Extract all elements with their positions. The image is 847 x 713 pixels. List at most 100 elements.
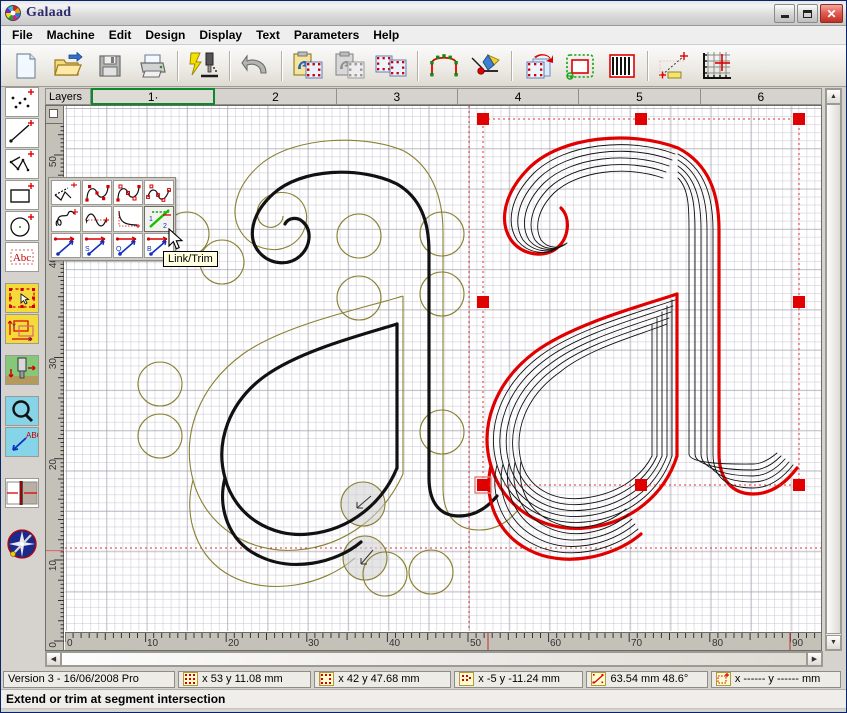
svg-text:ABC: ABC <box>26 431 38 440</box>
points-icon[interactable] <box>5 87 39 117</box>
toolbar-separator <box>281 51 283 81</box>
link-trim-icon[interactable]: 1 2 <box>144 206 174 231</box>
freehand-icon[interactable] <box>51 206 81 231</box>
menu-help[interactable]: Help <box>366 26 406 44</box>
hruler-label-70: 70 <box>631 638 642 649</box>
zoom-previous-icon[interactable]: ABC <box>5 427 39 457</box>
letter-a-pocketed[interactable] <box>475 113 805 559</box>
vertical-scroll-thumb[interactable] <box>826 104 841 634</box>
scroll-down-button[interactable]: ▼ <box>826 635 841 650</box>
menu-design[interactable]: Design <box>138 26 192 44</box>
zoom-magnifier-icon[interactable] <box>5 396 39 426</box>
handle-bottom-center[interactable] <box>635 479 647 491</box>
menu-parameters[interactable]: Parameters <box>287 26 366 44</box>
scroll-right-button[interactable]: ▶ <box>807 652 822 666</box>
hruler-label-0: 0 <box>67 638 73 649</box>
handle-top-left[interactable] <box>477 113 489 125</box>
menu-display[interactable]: Display <box>192 26 249 44</box>
paper-area[interactable] <box>65 106 821 631</box>
menu-file[interactable]: File <box>5 26 40 44</box>
polyline-icon[interactable] <box>5 149 39 179</box>
pocket-fill-icon[interactable] <box>559 47 601 85</box>
letter-a-source[interactable] <box>138 140 521 596</box>
copy-shapes-icon[interactable] <box>329 47 371 85</box>
spindle-tool-icon[interactable] <box>5 355 39 385</box>
material-section-icon[interactable] <box>5 478 39 508</box>
galaad-application-window: Galaad ✕ File Machine Edit Design Displa… <box>0 0 847 713</box>
minimize-button[interactable] <box>774 4 795 23</box>
handle-bottom-right[interactable] <box>793 479 805 491</box>
hruler-label-80: 80 <box>712 638 723 649</box>
layer-tab-6[interactable]: 6 <box>701 88 822 105</box>
scroll-up-button[interactable]: ▲ <box>826 89 841 104</box>
circle-icon[interactable] <box>5 211 39 241</box>
horizontal-scrollbar[interactable]: ◀ ▶ <box>45 651 823 667</box>
transform-icon[interactable]: Y x <box>5 314 39 344</box>
sine-wave-icon[interactable] <box>82 206 112 231</box>
maximize-button[interactable] <box>797 4 818 23</box>
scroll-left-button[interactable]: ◀ <box>46 652 61 666</box>
measure-icon[interactable] <box>653 47 695 85</box>
handle-middle-left[interactable] <box>477 296 489 308</box>
pocket-outer-contour <box>487 138 797 559</box>
handle-bottom-left[interactable] <box>477 479 489 491</box>
handle-top-right[interactable] <box>793 113 805 125</box>
arch-nodes-icon[interactable] <box>423 47 465 85</box>
curve-decay-icon[interactable] <box>113 206 143 231</box>
vector-link-l-icon[interactable] <box>51 233 81 258</box>
pen-draw-icon[interactable] <box>465 47 507 85</box>
rotate-shapes-icon[interactable] <box>517 47 559 85</box>
compass-rose-icon[interactable] <box>5 529 39 559</box>
paste-redo-icon[interactable] <box>287 47 329 85</box>
tools-sidebar: Abc Y <box>1 87 43 667</box>
rectangle-icon[interactable] <box>5 180 39 210</box>
ruler-corner[interactable] <box>46 106 64 124</box>
chamfer-corner-icon[interactable] <box>51 180 81 205</box>
bezier-3pt-icon[interactable] <box>113 180 143 205</box>
menu-edit[interactable]: Edit <box>102 26 139 44</box>
hatch-fill-icon[interactable] <box>601 47 643 85</box>
layers-label: Layers <box>45 88 91 105</box>
bezier-4pt-icon[interactable] <box>82 180 112 205</box>
open-folder-icon[interactable] <box>47 47 89 85</box>
selection-size-value: x 42 y 47.68 mm <box>338 673 419 685</box>
length-angle-icon <box>591 672 606 686</box>
vertical-scrollbar[interactable]: ▲ ▼ <box>825 88 842 651</box>
layer-tab-2[interactable]: 2 <box>215 88 336 105</box>
close-button[interactable]: ✕ <box>820 4 843 23</box>
hruler-label-40: 40 <box>389 638 400 649</box>
svg-text:Y: Y <box>12 324 16 330</box>
vector-link-s-icon[interactable]: S <box>82 233 112 258</box>
horizontal-ruler: 0 10 20 30 40 50 60 70 80 90 <box>65 632 821 650</box>
grid-origin-icon[interactable] <box>695 47 737 85</box>
curve-tools-palette[interactable]: 1 2 <box>48 177 176 261</box>
spline-nodes-icon[interactable] <box>144 180 174 205</box>
cutter-radius-circles <box>138 212 464 596</box>
ruler-unit-checkbox[interactable] <box>49 109 58 118</box>
line-icon[interactable] <box>5 118 39 148</box>
machining-spindle-icon[interactable] <box>183 47 225 85</box>
printer-icon[interactable] <box>131 47 173 85</box>
toolbar-separator <box>417 51 419 81</box>
save-floppy-icon[interactable] <box>89 47 131 85</box>
length-angle-value: 63.54 mm 48.6° <box>610 673 688 685</box>
version-label: Version 3 - 16/06/2008 Pro <box>8 673 139 685</box>
menu-machine[interactable]: Machine <box>40 26 102 44</box>
handle-top-center[interactable] <box>635 113 647 125</box>
layer-tab-4[interactable]: 4 <box>458 88 579 105</box>
horizontal-scroll-thumb[interactable] <box>61 652 807 666</box>
select-arrow-icon[interactable] <box>5 283 39 313</box>
toolbar-gap <box>1 509 43 519</box>
new-document-icon[interactable] <box>5 47 47 85</box>
undo-arrow-icon[interactable] <box>235 47 277 85</box>
drawing-canvas[interactable]: 50 40 30 20 10 0 <box>45 105 822 651</box>
vector-link-q-icon[interactable]: Q <box>113 233 143 258</box>
layer-tab-3[interactable]: 3 <box>337 88 458 105</box>
length-angle-cell: 63.54 mm 48.6° <box>586 671 707 688</box>
menu-text[interactable]: Text <box>249 26 287 44</box>
layer-tab-5[interactable]: 5 <box>579 88 700 105</box>
layer-tab-1[interactable]: 1· <box>91 88 215 105</box>
text-abc-icon[interactable]: Abc <box>5 242 39 272</box>
duplicate-shapes-icon[interactable] <box>371 47 413 85</box>
handle-middle-right[interactable] <box>793 296 805 308</box>
